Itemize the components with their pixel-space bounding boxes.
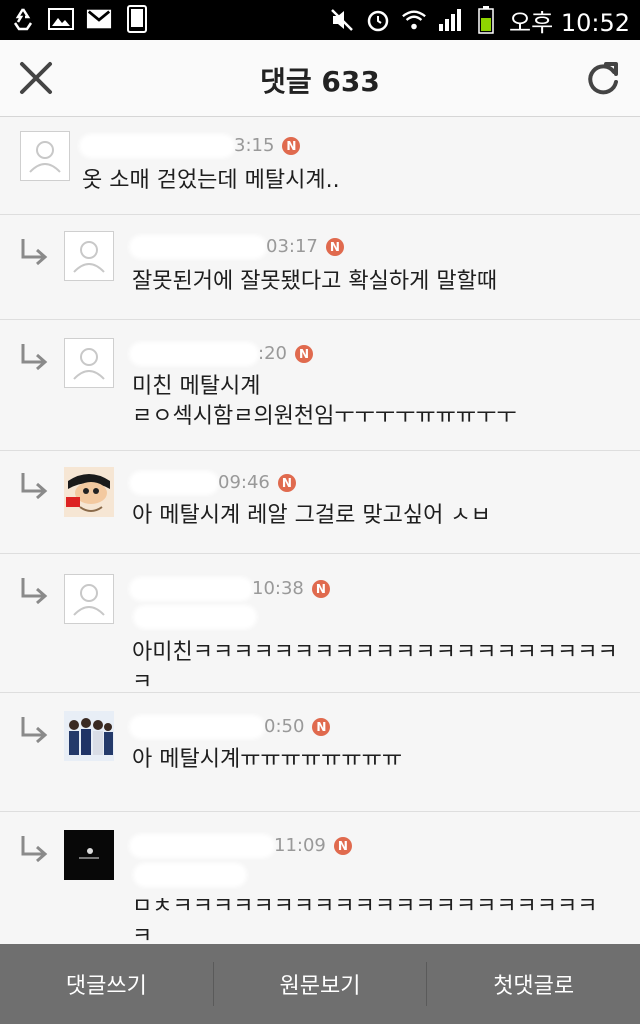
comment-time: 0:50	[264, 716, 305, 737]
comment-time: 3:15	[234, 135, 275, 156]
comment-meta: 0:50 N	[132, 716, 331, 737]
new-badge: N	[294, 344, 313, 363]
reply-item[interactable]: 03:17 N 잘못된거에 잘못됐다고 확실하게 말할때	[0, 215, 640, 320]
comment-text: 잘못된거에 잘못됐다고 확실하게 말할때	[132, 269, 498, 294]
default-avatar[interactable]	[64, 231, 114, 281]
comment-meta: :20 N	[132, 343, 313, 364]
author-name-redacted	[132, 717, 262, 736]
write-comment-button[interactable]: 댓글쓰기	[0, 944, 213, 1024]
gmail-icon	[86, 6, 112, 32]
comment-text: 아 메탈시계 레알 그걸로 맞고싶어 ㅅㅂ	[132, 503, 491, 528]
new-badge: N	[277, 473, 296, 492]
author-name-redacted	[132, 237, 264, 256]
new-badge: N	[312, 717, 331, 736]
status-bar: 오후 10:52	[0, 0, 640, 40]
comment-meta: 11:09 N	[132, 835, 352, 856]
header: 댓글 633	[0, 40, 640, 117]
comment-time: 10:38	[252, 578, 304, 599]
new-badge: N	[282, 136, 301, 155]
default-avatar[interactable]	[20, 131, 70, 181]
author-name-redacted	[82, 136, 232, 155]
comment-item[interactable]: 3:15 N 옷 소매 걷었는데 메탈시계..	[0, 117, 640, 215]
reply-arrow-icon	[21, 717, 48, 744]
comment-time: 03:17	[266, 236, 318, 257]
new-badge: N	[333, 836, 352, 855]
comment-text: 아미친ㅋㅋㅋㅋㅋㅋㅋㅋㅋㅋㅋㅋㅋㅋㅋㅋㅋㅋㅋㅋㅋ ㅋ	[132, 640, 618, 695]
alarm-icon	[365, 7, 391, 33]
first-comment-button[interactable]: 첫댓글로	[427, 944, 640, 1024]
mute-icon	[329, 7, 355, 33]
comment-list[interactable]: 3:15 N 옷 소매 걷었는데 메탈시계.. 03:17 N 잘못된거에 잘못…	[0, 117, 640, 944]
view-original-button[interactable]: 원문보기	[214, 944, 427, 1024]
group-photo-avatar[interactable]	[64, 711, 114, 761]
reply-arrow-icon	[21, 239, 48, 266]
comment-meta: 10:38 N	[132, 578, 330, 599]
dark-avatar[interactable]	[64, 830, 114, 880]
new-badge: N	[325, 237, 344, 256]
author-name-redacted	[132, 579, 250, 598]
comment-text: 아 메탈시계ㅠㅠㅠㅠㅠㅠㅠㅠ	[132, 747, 403, 772]
author-name-redacted	[132, 473, 216, 492]
gallery-icon	[48, 6, 74, 32]
comment-meta: 3:15 N	[82, 135, 301, 156]
redacted-line	[136, 866, 244, 884]
phone-icon	[124, 5, 150, 33]
comment-meta: 09:46 N	[132, 472, 296, 493]
refresh-button[interactable]	[582, 56, 624, 100]
comment-time: 09:46	[218, 472, 270, 493]
comment-time: 11:09	[274, 835, 326, 856]
author-name-redacted	[132, 344, 256, 363]
reply-arrow-icon	[21, 473, 48, 500]
default-avatar[interactable]	[64, 338, 114, 388]
reply-arrow-icon	[21, 344, 48, 371]
reply-item[interactable]: 0:50 N 아 메탈시계ㅠㅠㅠㅠㅠㅠㅠㅠ	[0, 693, 640, 812]
status-time: 오후 10:52	[509, 8, 630, 37]
comment-time: :20	[258, 343, 287, 364]
refresh-icon	[588, 62, 618, 95]
reply-item[interactable]: 10:38 N 아미친ㅋㅋㅋㅋㅋㅋㅋㅋㅋㅋㅋㅋㅋㅋㅋㅋㅋㅋㅋㅋㅋ ㅋ	[0, 554, 640, 695]
reply-arrow-icon	[21, 578, 48, 605]
reply-item[interactable]: 11:09 N ㅁㅊㅋㅋㅋㅋㅋㅋㅋㅋㅋㅋㅋㅋㅋㅋㅋㅋㅋㅋㅋㅋㅋ ㅋ	[0, 812, 640, 944]
new-badge: N	[311, 579, 330, 598]
battery-icon	[473, 6, 499, 34]
wifi-icon	[401, 7, 427, 33]
default-avatar[interactable]	[64, 574, 114, 624]
comment-meta: 03:17 N	[132, 236, 344, 257]
redacted-line	[136, 608, 254, 626]
comment-text: ㅁㅊㅋㅋㅋㅋㅋㅋㅋㅋㅋㅋㅋㅋㅋㅋㅋㅋㅋㅋㅋㅋㅋ ㅋ	[132, 894, 598, 944]
comment-text: 미친 메탈시계 ㄹㅇ섹시함ㄹ의원천임ㅜㅜㅜㅜㅠㅠㅠㅜㅜ	[132, 374, 517, 429]
page-title: 댓글 633	[260, 65, 380, 98]
reply-item[interactable]: :20 N 미친 메탈시계 ㄹㅇ섹시함ㄹ의원천임ㅜㅜㅜㅜㅠㅠㅠㅜㅜ	[0, 320, 640, 451]
reply-arrow-icon	[21, 836, 48, 863]
comment-text: 옷 소매 걷었는데 메탈시계..	[82, 168, 340, 193]
signal-icon	[437, 7, 463, 33]
recycle-icon	[10, 6, 36, 32]
reply-item[interactable]: 09:46 N 아 메탈시계 레알 그걸로 맞고싶어 ㅅㅂ	[0, 451, 640, 554]
bottom-bar: 댓글쓰기 원문보기 첫댓글로	[0, 944, 640, 1024]
author-name-redacted	[132, 836, 272, 855]
cartoon-avatar[interactable]	[64, 467, 114, 517]
